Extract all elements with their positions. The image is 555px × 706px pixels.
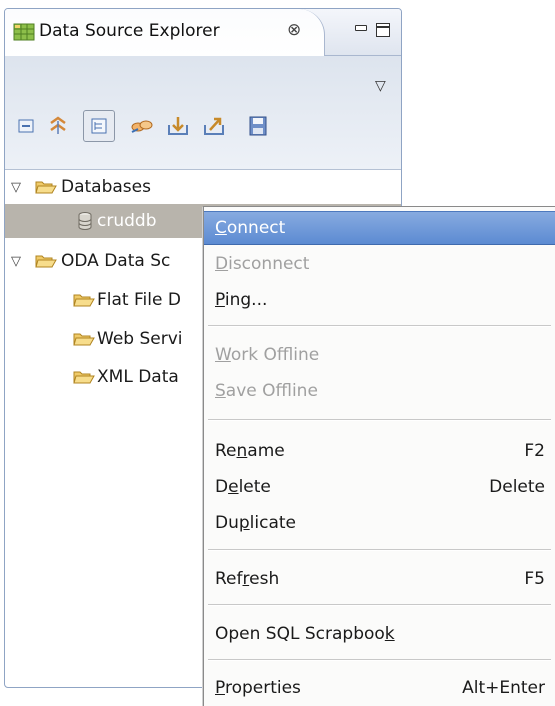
- connect-profile-button[interactable]: [129, 113, 155, 139]
- show-hierarchy-icon: [91, 118, 107, 134]
- tree-item-label: XML Data: [97, 367, 179, 387]
- close-view-icon[interactable]: ⊗: [287, 20, 301, 40]
- menu-item-connect[interactable]: Connect: [204, 211, 555, 245]
- maximize-icon[interactable]: [376, 23, 390, 37]
- tree-item-label: ODA Data Sc: [61, 251, 171, 271]
- folder-open-icon: [73, 294, 95, 307]
- folder-open-icon: [35, 181, 57, 194]
- tree-item-label: cruddb: [97, 211, 157, 231]
- menu-item-open-sql-scrapbook[interactable]: Open SQL Scrapbook: [204, 617, 555, 651]
- show-hierarchy-button[interactable]: [83, 110, 115, 142]
- menu-item-save-offline[interactable]: Save Offline: [204, 374, 555, 408]
- menu-separator: [208, 325, 551, 327]
- tree-item-label: Web Servi: [97, 329, 183, 349]
- view-tab[interactable]: Data Source Explorer ⊗: [5, 9, 325, 56]
- context-menu: Connect Disconnect Ping... Work Offline …: [203, 206, 555, 706]
- menu-separator: [208, 659, 551, 661]
- tree-item-label: Databases: [61, 177, 151, 197]
- menu-item-refresh[interactable]: Refresh F5: [204, 562, 555, 596]
- expand-arrow-icon[interactable]: ▽: [11, 254, 21, 269]
- collapse-all-button[interactable]: [13, 113, 39, 139]
- data-source-explorer-icon: [13, 23, 35, 41]
- export-profiles-button[interactable]: [201, 113, 227, 139]
- menu-shortcut: Delete: [489, 477, 545, 497]
- menu-shortcut: F5: [524, 569, 545, 589]
- view-title: Data Source Explorer: [39, 21, 220, 41]
- menu-item-duplicate[interactable]: Duplicate: [204, 506, 555, 540]
- view-menu-icon[interactable]: ▽: [375, 78, 386, 94]
- menu-item-properties[interactable]: Properties Alt+Enter: [204, 671, 555, 705]
- folder-open-icon: [73, 333, 95, 346]
- menu-item-disconnect[interactable]: Disconnect: [204, 247, 555, 281]
- tree-item-label: Flat File D: [97, 290, 181, 310]
- menu-item-delete[interactable]: Delete Delete: [204, 470, 555, 504]
- save-icon: [249, 116, 267, 136]
- view-toolbar: ▽: [5, 56, 401, 170]
- import-profiles-button[interactable]: [165, 113, 191, 139]
- folder-open-icon: [73, 371, 95, 384]
- link-with-editor-icon: [50, 116, 66, 134]
- folder-open-icon: [35, 255, 57, 268]
- menu-item-ping[interactable]: Ping...: [204, 283, 555, 317]
- menu-separator: [208, 419, 551, 421]
- menu-separator: [208, 604, 551, 606]
- database-icon: [78, 212, 92, 230]
- import-profiles-icon: [168, 117, 188, 135]
- collapse-all-icon: [18, 119, 34, 133]
- link-with-editor-button[interactable]: [45, 113, 71, 139]
- minimize-icon[interactable]: [355, 25, 367, 31]
- menu-item-work-offline[interactable]: Work Offline: [204, 338, 555, 372]
- menu-shortcut: Alt+Enter: [462, 678, 545, 698]
- save-button[interactable]: [245, 113, 271, 139]
- export-profiles-icon: [204, 117, 224, 135]
- menu-shortcut: F2: [524, 441, 545, 461]
- menu-separator: [208, 549, 551, 551]
- tree-item-databases[interactable]: ▽ Databases: [5, 170, 401, 204]
- expand-arrow-icon[interactable]: ▽: [11, 180, 21, 195]
- connect-profile-icon: [131, 120, 153, 133]
- menu-item-rename[interactable]: Rename F2: [204, 434, 555, 468]
